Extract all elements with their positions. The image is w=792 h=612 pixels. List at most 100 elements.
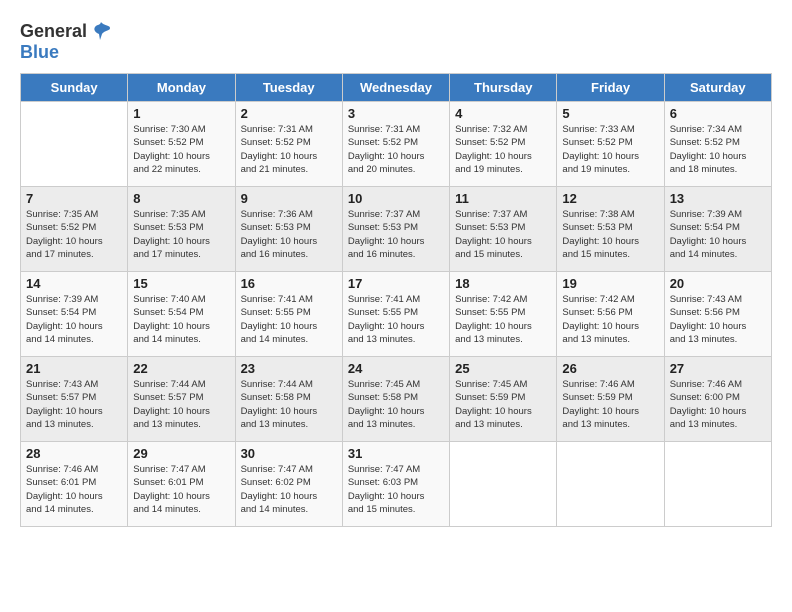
day-number: 2	[241, 106, 337, 121]
calendar-cell	[450, 442, 557, 527]
day-info: Sunrise: 7:35 AM Sunset: 5:52 PM Dayligh…	[26, 208, 122, 261]
day-info: Sunrise: 7:41 AM Sunset: 5:55 PM Dayligh…	[241, 293, 337, 346]
calendar-header-row: SundayMondayTuesdayWednesdayThursdayFrid…	[21, 74, 772, 102]
day-number: 17	[348, 276, 444, 291]
calendar-cell: 10 Sunrise: 7:37 AM Sunset: 5:53 PM Dayli…	[342, 187, 449, 272]
calendar-cell: 20Sunrise: 7:43 AM Sunset: 5:56 PM Dayli…	[664, 272, 771, 357]
day-info: Sunrise: 7:43 AM Sunset: 5:57 PM Dayligh…	[26, 378, 122, 431]
day-info: Sunrise: 7:44 AM Sunset: 5:58 PM Dayligh…	[241, 378, 337, 431]
day-info: Sunrise: 7:35 AM Sunset: 5:53 PM Dayligh…	[133, 208, 229, 261]
day-info: Sunrise: 7:45 AM Sunset: 5:59 PM Dayligh…	[455, 378, 551, 431]
calendar-cell: 22Sunrise: 7:44 AM Sunset: 5:57 PM Dayli…	[128, 357, 235, 442]
day-number: 18	[455, 276, 551, 291]
day-number: 9	[241, 191, 337, 206]
day-info: Sunrise: 7:37 AM Sunset: 5:53 PM Dayligh…	[348, 208, 444, 261]
calendar-cell: 12 Sunrise: 7:38 AM Sunset: 5:53 PM Dayli…	[557, 187, 664, 272]
day-number: 15	[133, 276, 229, 291]
day-info: Sunrise: 7:38 AM Sunset: 5:53 PM Dayligh…	[562, 208, 658, 261]
calendar-week-row: 28 Sunrise: 7:46 AM Sunset: 6:01 PM Dayli…	[21, 442, 772, 527]
day-info: Sunrise: 7:42 AM Sunset: 5:55 PM Dayligh…	[455, 293, 551, 346]
header-thursday: Thursday	[450, 74, 557, 102]
day-number: 8	[133, 191, 229, 206]
calendar-cell: 7Sunrise: 7:35 AM Sunset: 5:52 PM Daylig…	[21, 187, 128, 272]
day-number: 30	[241, 446, 337, 461]
day-info: Sunrise: 7:37 AM Sunset: 5:53 PM Dayligh…	[455, 208, 551, 261]
day-info: Sunrise: 7:31 AM Sunset: 5:52 PM Dayligh…	[241, 123, 337, 176]
day-number: 13	[670, 191, 766, 206]
page-header: General Blue	[20, 20, 772, 63]
logo: General Blue	[20, 20, 112, 63]
day-number: 12	[562, 191, 658, 206]
day-number: 5	[562, 106, 658, 121]
calendar-cell: 6 Sunrise: 7:34 AM Sunset: 5:52 PM Daylig…	[664, 102, 771, 187]
calendar-cell: 25 Sunrise: 7:45 AM Sunset: 5:59 PM Dayli…	[450, 357, 557, 442]
day-number: 10	[348, 191, 444, 206]
day-info: Sunrise: 7:40 AM Sunset: 5:54 PM Dayligh…	[133, 293, 229, 346]
day-info: Sunrise: 7:36 AM Sunset: 5:53 PM Dayligh…	[241, 208, 337, 261]
day-number: 21	[26, 361, 122, 376]
calendar-cell: 9 Sunrise: 7:36 AM Sunset: 5:53 PM Daylig…	[235, 187, 342, 272]
day-info: Sunrise: 7:42 AM Sunset: 5:56 PM Dayligh…	[562, 293, 658, 346]
calendar-week-row: 14Sunrise: 7:39 AM Sunset: 5:54 PM Dayli…	[21, 272, 772, 357]
calendar-cell: 4 Sunrise: 7:32 AM Sunset: 5:52 PM Daylig…	[450, 102, 557, 187]
header-tuesday: Tuesday	[235, 74, 342, 102]
calendar-cell: 29 Sunrise: 7:47 AM Sunset: 6:01 PM Dayli…	[128, 442, 235, 527]
calendar-cell: 11 Sunrise: 7:37 AM Sunset: 5:53 PM Dayli…	[450, 187, 557, 272]
calendar-cell: 26 Sunrise: 7:46 AM Sunset: 5:59 PM Dayli…	[557, 357, 664, 442]
day-info: Sunrise: 7:30 AM Sunset: 5:52 PM Dayligh…	[133, 123, 229, 176]
day-number: 4	[455, 106, 551, 121]
day-info: Sunrise: 7:47 AM Sunset: 6:01 PM Dayligh…	[133, 463, 229, 516]
calendar-cell: 16 Sunrise: 7:41 AM Sunset: 5:55 PM Dayli…	[235, 272, 342, 357]
day-number: 26	[562, 361, 658, 376]
calendar-cell: 21 Sunrise: 7:43 AM Sunset: 5:57 PM Dayli…	[21, 357, 128, 442]
header-sunday: Sunday	[21, 74, 128, 102]
day-info: Sunrise: 7:47 AM Sunset: 6:02 PM Dayligh…	[241, 463, 337, 516]
calendar-table: SundayMondayTuesdayWednesdayThursdayFrid…	[20, 73, 772, 527]
day-number: 16	[241, 276, 337, 291]
day-number: 20	[670, 276, 766, 291]
logo-bird-icon	[90, 20, 112, 42]
day-number: 3	[348, 106, 444, 121]
day-number: 24	[348, 361, 444, 376]
day-number: 27	[670, 361, 766, 376]
calendar-cell: 28 Sunrise: 7:46 AM Sunset: 6:01 PM Dayli…	[21, 442, 128, 527]
calendar-cell: 27 Sunrise: 7:46 AM Sunset: 6:00 PM Dayli…	[664, 357, 771, 442]
logo-blue: Blue	[20, 42, 59, 63]
calendar-cell: 14Sunrise: 7:39 AM Sunset: 5:54 PM Dayli…	[21, 272, 128, 357]
calendar-cell: 1 Sunrise: 7:30 AM Sunset: 5:52 PM Daylig…	[128, 102, 235, 187]
day-info: Sunrise: 7:33 AM Sunset: 5:52 PM Dayligh…	[562, 123, 658, 176]
calendar-cell	[21, 102, 128, 187]
calendar-cell: 19 Sunrise: 7:42 AM Sunset: 5:56 PM Dayli…	[557, 272, 664, 357]
day-number: 25	[455, 361, 551, 376]
calendar-cell: 15 Sunrise: 7:40 AM Sunset: 5:54 PM Dayli…	[128, 272, 235, 357]
day-number: 11	[455, 191, 551, 206]
logo-general: General	[20, 21, 87, 42]
header-friday: Friday	[557, 74, 664, 102]
day-info: Sunrise: 7:46 AM Sunset: 5:59 PM Dayligh…	[562, 378, 658, 431]
day-info: Sunrise: 7:44 AM Sunset: 5:57 PM Dayligh…	[133, 378, 229, 431]
calendar-cell: 18 Sunrise: 7:42 AM Sunset: 5:55 PM Dayli…	[450, 272, 557, 357]
day-number: 6	[670, 106, 766, 121]
calendar-cell: 23 Sunrise: 7:44 AM Sunset: 5:58 PM Dayli…	[235, 357, 342, 442]
day-number: 29	[133, 446, 229, 461]
day-number: 28	[26, 446, 122, 461]
day-info: Sunrise: 7:46 AM Sunset: 6:01 PM Dayligh…	[26, 463, 122, 516]
calendar-cell: 8 Sunrise: 7:35 AM Sunset: 5:53 PM Daylig…	[128, 187, 235, 272]
header-saturday: Saturday	[664, 74, 771, 102]
day-info: Sunrise: 7:46 AM Sunset: 6:00 PM Dayligh…	[670, 378, 766, 431]
day-info: Sunrise: 7:45 AM Sunset: 5:58 PM Dayligh…	[348, 378, 444, 431]
day-info: Sunrise: 7:41 AM Sunset: 5:55 PM Dayligh…	[348, 293, 444, 346]
day-info: Sunrise: 7:39 AM Sunset: 5:54 PM Dayligh…	[26, 293, 122, 346]
calendar-cell: 17 Sunrise: 7:41 AM Sunset: 5:55 PM Dayli…	[342, 272, 449, 357]
day-number: 23	[241, 361, 337, 376]
day-info: Sunrise: 7:31 AM Sunset: 5:52 PM Dayligh…	[348, 123, 444, 176]
day-number: 19	[562, 276, 658, 291]
calendar-cell: 30 Sunrise: 7:47 AM Sunset: 6:02 PM Dayli…	[235, 442, 342, 527]
calendar-week-row: 7Sunrise: 7:35 AM Sunset: 5:52 PM Daylig…	[21, 187, 772, 272]
header-wednesday: Wednesday	[342, 74, 449, 102]
calendar-week-row: 21 Sunrise: 7:43 AM Sunset: 5:57 PM Dayli…	[21, 357, 772, 442]
day-info: Sunrise: 7:34 AM Sunset: 5:52 PM Dayligh…	[670, 123, 766, 176]
day-info: Sunrise: 7:32 AM Sunset: 5:52 PM Dayligh…	[455, 123, 551, 176]
header-monday: Monday	[128, 74, 235, 102]
day-number: 1	[133, 106, 229, 121]
